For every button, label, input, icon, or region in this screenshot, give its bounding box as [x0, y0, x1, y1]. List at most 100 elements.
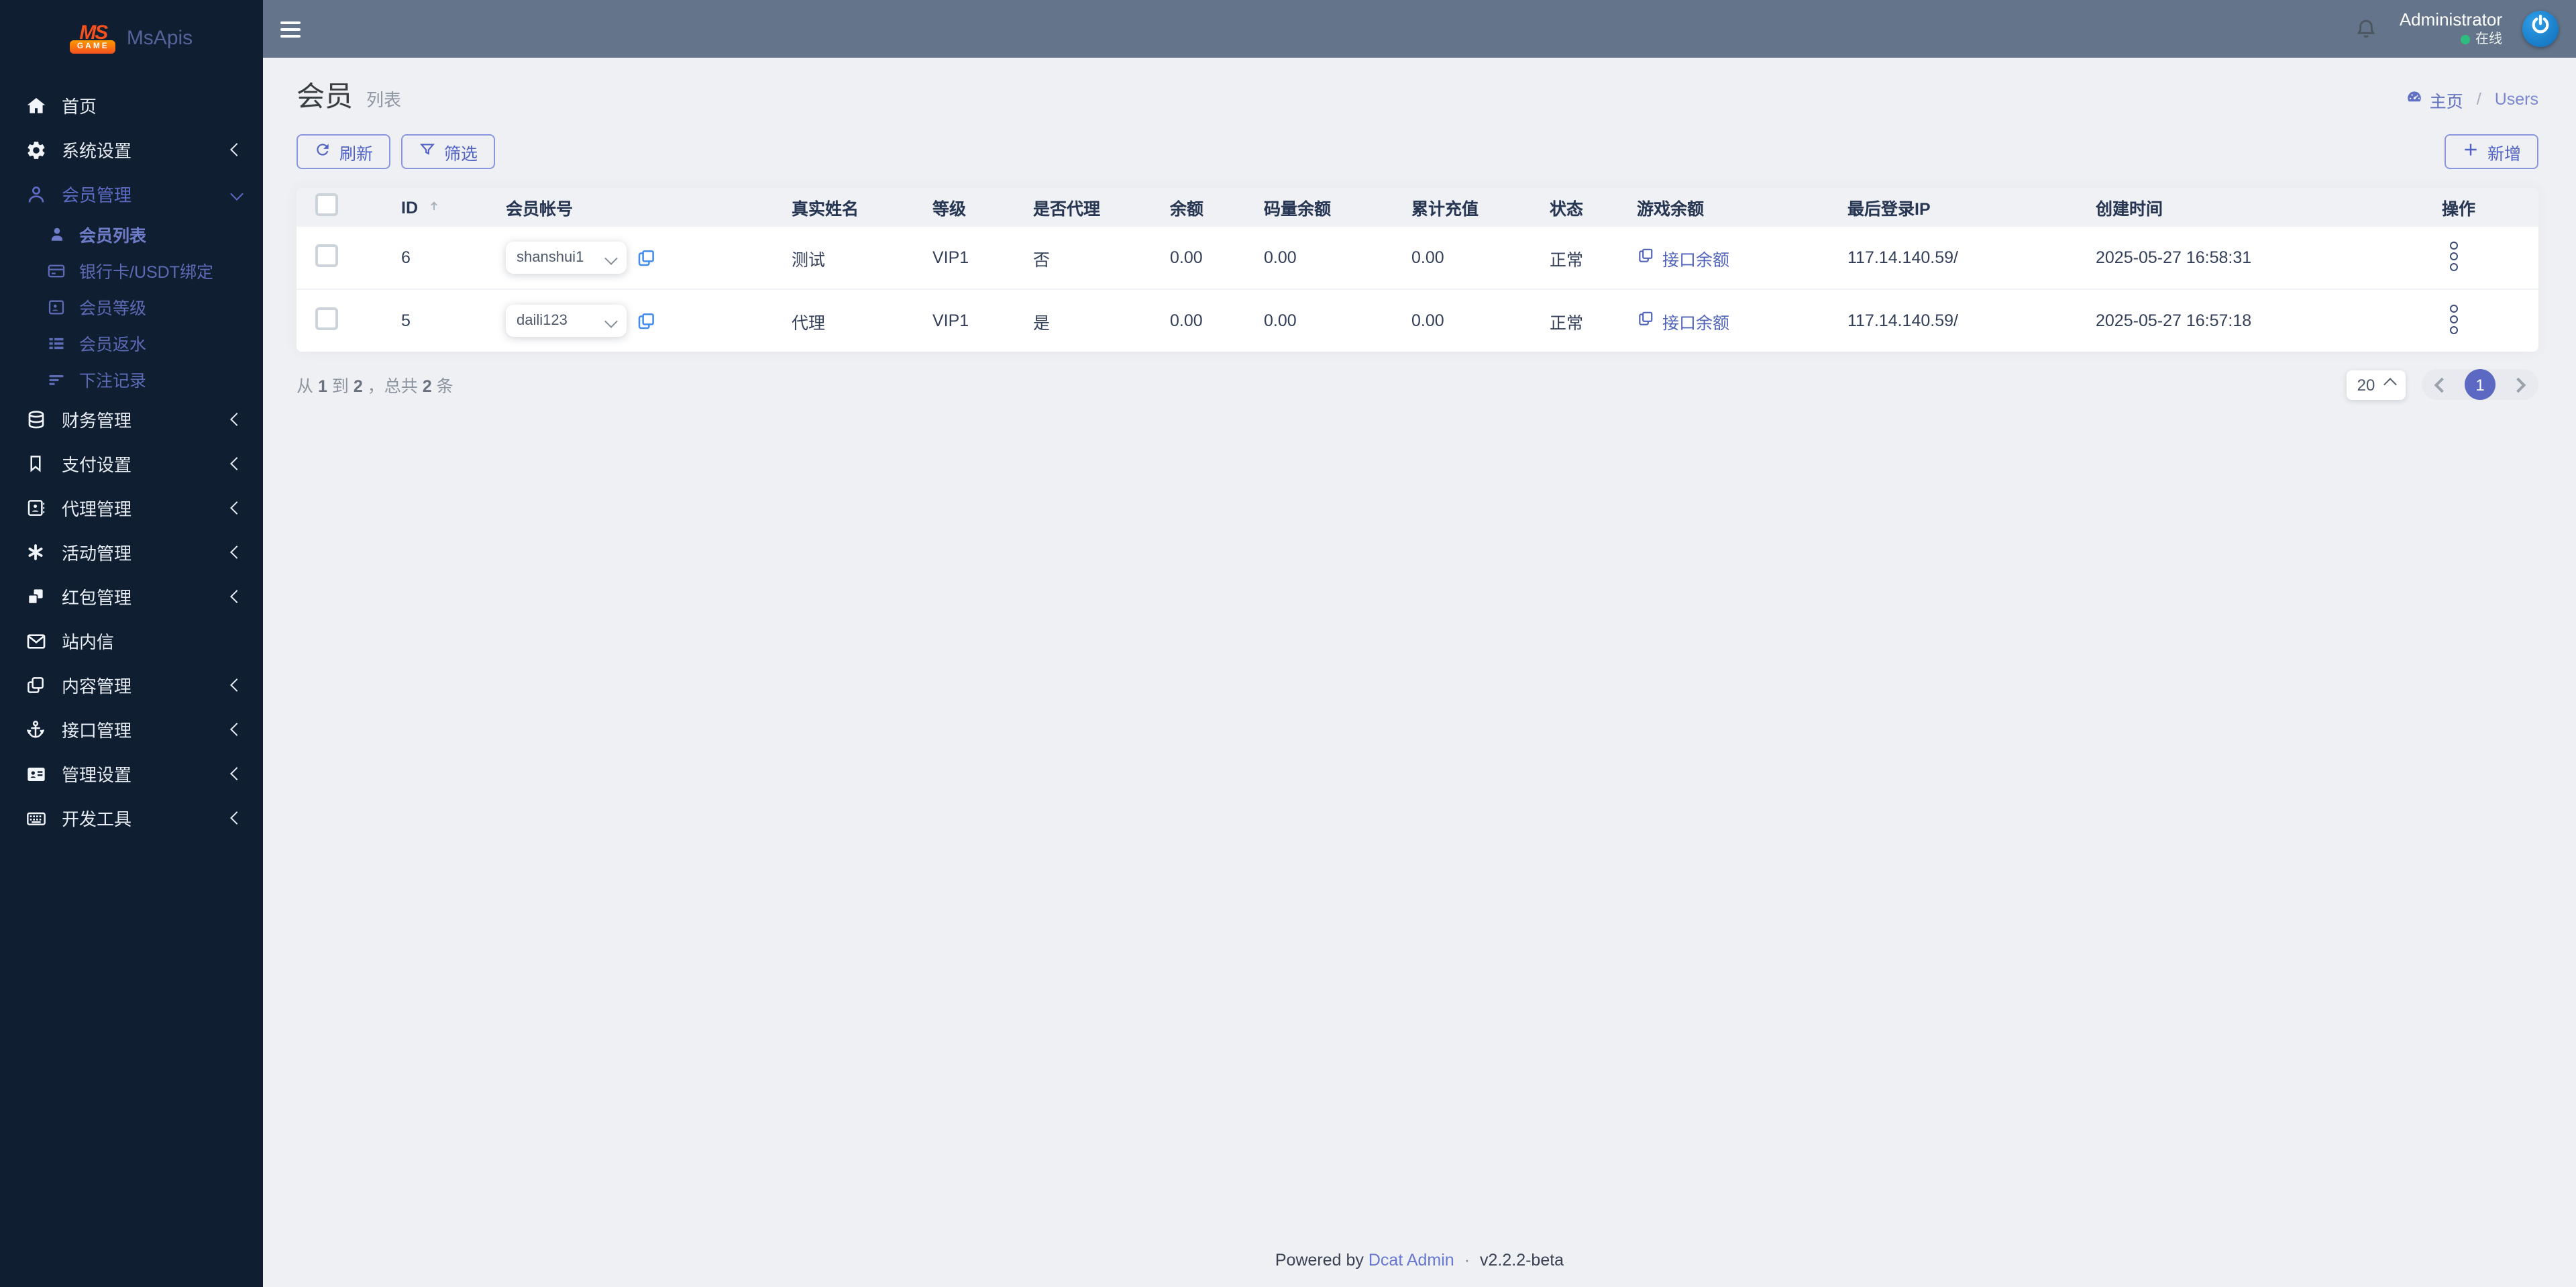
- filter-icon: [419, 141, 436, 162]
- column-header-status: 状态: [1539, 188, 1626, 226]
- topbar-right: Administrator 在线: [2354, 9, 2559, 49]
- sidebar-item-dev-tools[interactable]: 开发工具: [0, 796, 263, 840]
- page-content: 会员 列表 主页 / Users 刷新 筛选 新增 ID 会员帐号 真实姓名 等…: [263, 58, 2576, 1240]
- current-page-button[interactable]: 1: [2465, 369, 2496, 400]
- bookmark-icon: [24, 454, 47, 474]
- copy-icon: [1637, 310, 1654, 331]
- game-balance-link[interactable]: 接口余额: [1637, 245, 1729, 270]
- credit-card-icon: [47, 261, 66, 280]
- table-footer-bar: 从 1 到 2 ，总共 2 条 20 1: [297, 369, 2538, 400]
- pager: 1: [2422, 369, 2538, 400]
- pagination-controls: 20 1: [2347, 369, 2538, 400]
- sidebar-item-content-management[interactable]: 内容管理: [0, 663, 263, 707]
- column-header-account: 会员帐号: [495, 188, 781, 226]
- page-size-select[interactable]: 20: [2347, 370, 2406, 399]
- top-navbar: Administrator 在线: [263, 0, 2576, 58]
- sidebar-item-payment-settings[interactable]: 支付设置: [0, 442, 263, 486]
- page-subtitle: 列表: [366, 90, 402, 110]
- footer-version: v2.2.2-beta: [1480, 1251, 1564, 1270]
- database-icon: [24, 409, 47, 430]
- cell-codebalance: 0.00: [1253, 289, 1401, 352]
- cell-created: 2025-05-27 16:58:31: [2085, 225, 2431, 289]
- sidebar-item-member-list[interactable]: 会员列表: [0, 216, 263, 252]
- sidebar-menu: 首页 系统设置 会员管理 会员列表 银行卡/USDT绑定 会员等级 会员返水 下…: [0, 75, 263, 1287]
- copy-icon: [1637, 247, 1654, 268]
- chevron-left-icon: [230, 413, 244, 426]
- chevron-left-icon: [230, 723, 244, 736]
- cell-recharge: 0.00: [1401, 225, 1539, 289]
- sidebar-item-api-management[interactable]: 接口管理: [0, 707, 263, 752]
- column-header-ip: 最后登录IP: [1837, 188, 2085, 226]
- cell-status: 正常: [1539, 225, 1626, 289]
- column-header-ops: 操作: [2431, 188, 2538, 226]
- column-header-realname: 真实姓名: [781, 188, 922, 226]
- select-all-checkbox[interactable]: [315, 193, 338, 216]
- sidebar-item-member-management[interactable]: 会员管理: [0, 172, 263, 216]
- copy-icon[interactable]: [636, 311, 656, 331]
- refresh-button[interactable]: 刷新: [297, 134, 391, 169]
- sidebar-item-bank-usdt-binding[interactable]: 银行卡/USDT绑定: [0, 252, 263, 289]
- gauge-icon: [2406, 89, 2423, 110]
- id-badge-icon: [24, 763, 47, 784]
- game-balance-link[interactable]: 接口余额: [1637, 308, 1729, 333]
- next-page-button[interactable]: [2510, 376, 2526, 393]
- power-icon: [2529, 14, 2552, 44]
- sort-bars-icon: [47, 370, 66, 389]
- chevron-left-icon: [230, 678, 244, 692]
- page-header: 会员 列表 主页 / Users: [297, 75, 2538, 115]
- user-outline-icon: [24, 183, 47, 205]
- footer-separator: ·: [1464, 1251, 1470, 1270]
- refresh-button-label: 刷新: [339, 144, 374, 163]
- admin-user-menu[interactable]: Administrator 在线: [2400, 9, 2502, 49]
- table-header-row: ID 会员帐号 真实姓名 等级 是否代理 余额 码量余额 累计充值 状态 游戏余…: [297, 188, 2538, 226]
- hamburger-icon[interactable]: [280, 17, 301, 41]
- cell-realname: 代理: [781, 289, 922, 352]
- sidebar-item-label: 站内信: [62, 632, 115, 652]
- sidebar-item-bet-records[interactable]: 下注记录: [0, 361, 263, 397]
- breadcrumb-current: Users: [2494, 90, 2538, 109]
- row-actions-menu-icon[interactable]: [2442, 299, 2466, 339]
- cell-codebalance: 0.00: [1253, 225, 1401, 289]
- filter-button[interactable]: 筛选: [401, 134, 496, 169]
- sidebar-item-agent-management[interactable]: 代理管理: [0, 486, 263, 530]
- brand-logo[interactable]: MS GAME MsApis: [0, 0, 263, 75]
- sidebar-item-home[interactable]: 首页: [0, 83, 263, 127]
- row-checkbox[interactable]: [315, 307, 338, 330]
- sidebar-item-member-rebate[interactable]: 会员返水: [0, 325, 263, 361]
- sidebar-item-site-mail[interactable]: 站内信: [0, 619, 263, 663]
- copy-icon[interactable]: [636, 248, 656, 268]
- account-select[interactable]: daili123: [506, 305, 627, 337]
- chevron-left-icon: [230, 590, 244, 603]
- column-header-id[interactable]: ID: [390, 188, 495, 226]
- sidebar-item-label: 首页: [62, 97, 97, 117]
- ms-game-logo-icon: MS GAME: [70, 22, 116, 53]
- account-select[interactable]: shanshui1: [506, 242, 627, 274]
- sidebar-item-label: 活动管理: [62, 544, 132, 564]
- create-button[interactable]: 新增: [2444, 134, 2538, 169]
- row-checkbox[interactable]: [315, 244, 338, 267]
- sidebar-item-redpacket-management[interactable]: 红包管理: [0, 574, 263, 619]
- page-footer: Powered by Dcat Admin · v2.2.2-beta: [263, 1240, 2576, 1287]
- app-window: MS GAME MsApis 首页 系统设置 会员管理 会员列表 银行卡/USD…: [0, 0, 2576, 1287]
- sidebar-item-finance-management[interactable]: 财务管理: [0, 397, 263, 442]
- sidebar-item-member-level[interactable]: 会员等级: [0, 289, 263, 325]
- column-header-balance: 余额: [1159, 188, 1253, 226]
- bell-icon[interactable]: [2354, 16, 2379, 42]
- cell-level: VIP1: [922, 225, 1022, 289]
- breadcrumb-home-link[interactable]: 主页: [2430, 87, 2463, 112]
- sidebar-item-system-settings[interactable]: 系统设置: [0, 127, 263, 172]
- sidebar-item-label: 会员管理: [62, 185, 132, 205]
- sidebar-item-activity-management[interactable]: 活动管理: [0, 530, 263, 574]
- row-actions-menu-icon[interactable]: [2442, 236, 2466, 276]
- cell-ip: 117.14.140.59/: [1837, 289, 2085, 352]
- cell-id: 6: [390, 225, 495, 289]
- page-title: 会员: [297, 82, 353, 113]
- user-icon: [47, 225, 66, 243]
- sidebar-item-label: 系统设置: [62, 141, 132, 161]
- prev-page-button[interactable]: [2434, 376, 2450, 393]
- sidebar-item-admin-settings[interactable]: 管理设置: [0, 752, 263, 796]
- create-button-label: 新增: [2487, 144, 2521, 163]
- avatar[interactable]: [2522, 10, 2559, 47]
- column-header-level: 等级: [922, 188, 1022, 226]
- footer-brand-link[interactable]: Dcat Admin: [1368, 1251, 1454, 1270]
